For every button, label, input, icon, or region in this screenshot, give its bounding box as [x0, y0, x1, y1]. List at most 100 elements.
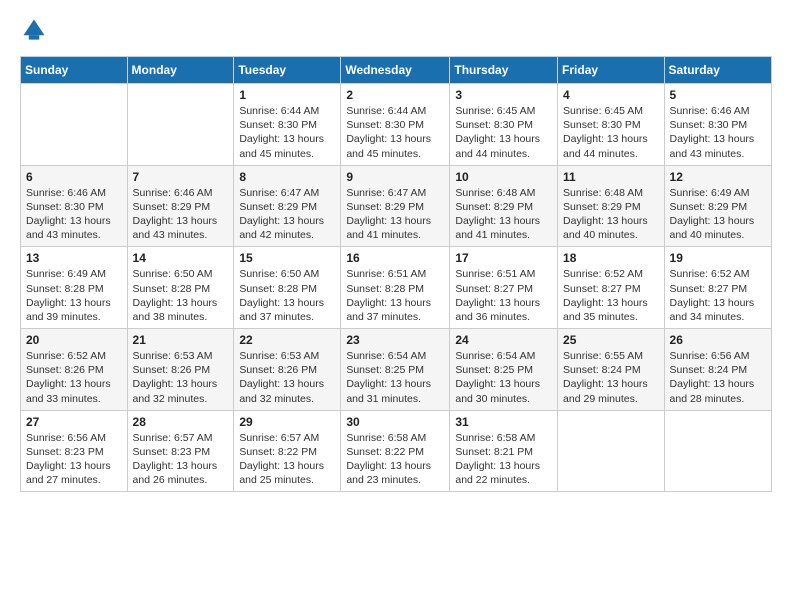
day-number: 20: [26, 333, 122, 347]
day-cell: 7 Sunrise: 6:46 AM Sunset: 8:29 PM Daylig…: [127, 165, 234, 247]
day-number: 14: [133, 251, 229, 265]
day-cell: 3 Sunrise: 6:45 AM Sunset: 8:30 PM Daylig…: [450, 84, 558, 166]
day-info: Sunrise: 6:46 AM Sunset: 8:30 PM Dayligh…: [670, 104, 766, 161]
day-number: 5: [670, 88, 766, 102]
day-cell: 30 Sunrise: 6:58 AM Sunset: 8:22 PM Dayli…: [341, 410, 450, 492]
day-cell: 22 Sunrise: 6:53 AM Sunset: 8:26 PM Dayli…: [234, 329, 341, 411]
day-number: 24: [455, 333, 552, 347]
day-cell: 11Sunrise: 6:48 AM Sunset: 8:29 PM Dayli…: [558, 165, 665, 247]
day-cell: 27Sunrise: 6:56 AM Sunset: 8:23 PM Dayli…: [21, 410, 128, 492]
day-cell: 2Sunrise: 6:44 AM Sunset: 8:30 PM Daylig…: [341, 84, 450, 166]
header: [20, 16, 772, 44]
day-info: Sunrise: 6:54 AM Sunset: 8:25 PM Dayligh…: [346, 349, 444, 406]
day-cell: 12Sunrise: 6:49 AM Sunset: 8:29 PM Dayli…: [664, 165, 771, 247]
weekday-header-tuesday: Tuesday: [234, 57, 341, 84]
day-cell: 19 Sunrise: 6:52 AM Sunset: 8:27 PM Dayli…: [664, 247, 771, 329]
day-info: Sunrise: 6:51 AM Sunset: 8:27 PM Dayligh…: [455, 267, 552, 324]
day-info: Sunrise: 6:47 AM Sunset: 8:29 PM Dayligh…: [239, 186, 335, 243]
day-info: Sunrise: 6:58 AM Sunset: 8:21 PM Dayligh…: [455, 431, 552, 488]
day-cell: 9Sunrise: 6:47 AM Sunset: 8:29 PM Daylig…: [341, 165, 450, 247]
weekday-header-friday: Friday: [558, 57, 665, 84]
day-cell: [127, 84, 234, 166]
day-cell: 6 Sunrise: 6:46 AM Sunset: 8:30 PM Daylig…: [21, 165, 128, 247]
day-info: Sunrise: 6:44 AM Sunset: 8:30 PM Dayligh…: [239, 104, 335, 161]
day-info: Sunrise: 6:52 AM Sunset: 8:27 PM Dayligh…: [670, 267, 766, 324]
weekday-header-monday: Monday: [127, 57, 234, 84]
weekday-header-saturday: Saturday: [664, 57, 771, 84]
day-cell: 8 Sunrise: 6:47 AM Sunset: 8:29 PM Daylig…: [234, 165, 341, 247]
logo: [20, 16, 52, 44]
day-info: Sunrise: 6:45 AM Sunset: 8:30 PM Dayligh…: [563, 104, 659, 161]
day-number: 6: [26, 170, 122, 184]
day-number: 21: [133, 333, 229, 347]
day-number: 28: [133, 415, 229, 429]
logo-icon: [20, 16, 48, 44]
day-number: 26: [670, 333, 766, 347]
day-cell: 13Sunrise: 6:49 AM Sunset: 8:28 PM Dayli…: [21, 247, 128, 329]
day-cell: 14Sunrise: 6:50 AM Sunset: 8:28 PM Dayli…: [127, 247, 234, 329]
day-cell: 23 Sunrise: 6:54 AM Sunset: 8:25 PM Dayli…: [341, 329, 450, 411]
day-cell: [21, 84, 128, 166]
day-cell: [558, 410, 665, 492]
day-number: 29: [239, 415, 335, 429]
day-number: 7: [133, 170, 229, 184]
day-number: 31: [455, 415, 552, 429]
day-number: 11: [563, 170, 659, 184]
day-cell: 25Sunrise: 6:55 AM Sunset: 8:24 PM Dayli…: [558, 329, 665, 411]
day-cell: [664, 410, 771, 492]
day-cell: 16 Sunrise: 6:51 AM Sunset: 8:28 PM Dayli…: [341, 247, 450, 329]
day-number: 1: [239, 88, 335, 102]
day-cell: 21Sunrise: 6:53 AM Sunset: 8:26 PM Dayli…: [127, 329, 234, 411]
weekday-header-thursday: Thursday: [450, 57, 558, 84]
day-cell: 29Sunrise: 6:57 AM Sunset: 8:22 PM Dayli…: [234, 410, 341, 492]
day-info: Sunrise: 6:46 AM Sunset: 8:30 PM Dayligh…: [26, 186, 122, 243]
day-info: Sunrise: 6:56 AM Sunset: 8:24 PM Dayligh…: [670, 349, 766, 406]
day-number: 22: [239, 333, 335, 347]
day-info: Sunrise: 6:56 AM Sunset: 8:23 PM Dayligh…: [26, 431, 122, 488]
day-number: 4: [563, 88, 659, 102]
day-info: Sunrise: 6:51 AM Sunset: 8:28 PM Dayligh…: [346, 267, 444, 324]
day-number: 25: [563, 333, 659, 347]
day-cell: 28 Sunrise: 6:57 AM Sunset: 8:23 PM Dayli…: [127, 410, 234, 492]
day-number: 12: [670, 170, 766, 184]
day-info: Sunrise: 6:52 AM Sunset: 8:27 PM Dayligh…: [563, 267, 659, 324]
day-number: 19: [670, 251, 766, 265]
week-row-4: 20 Sunrise: 6:52 AM Sunset: 8:26 PM Dayli…: [21, 329, 772, 411]
day-cell: 20 Sunrise: 6:52 AM Sunset: 8:26 PM Dayli…: [21, 329, 128, 411]
day-number: 23: [346, 333, 444, 347]
day-cell: 5 Sunrise: 6:46 AM Sunset: 8:30 PM Daylig…: [664, 84, 771, 166]
day-info: Sunrise: 6:45 AM Sunset: 8:30 PM Dayligh…: [455, 104, 552, 161]
calendar-table: SundayMondayTuesdayWednesdayThursdayFrid…: [20, 56, 772, 492]
day-number: 30: [346, 415, 444, 429]
day-info: Sunrise: 6:44 AM Sunset: 8:30 PM Dayligh…: [346, 104, 444, 161]
day-info: Sunrise: 6:47 AM Sunset: 8:29 PM Dayligh…: [346, 186, 444, 243]
day-info: Sunrise: 6:57 AM Sunset: 8:23 PM Dayligh…: [133, 431, 229, 488]
day-info: Sunrise: 6:48 AM Sunset: 8:29 PM Dayligh…: [455, 186, 552, 243]
day-cell: 24 Sunrise: 6:54 AM Sunset: 8:25 PM Dayli…: [450, 329, 558, 411]
day-cell: 1 Sunrise: 6:44 AM Sunset: 8:30 PM Daylig…: [234, 84, 341, 166]
day-number: 3: [455, 88, 552, 102]
day-info: Sunrise: 6:54 AM Sunset: 8:25 PM Dayligh…: [455, 349, 552, 406]
weekday-header-sunday: Sunday: [21, 57, 128, 84]
day-cell: 4 Sunrise: 6:45 AM Sunset: 8:30 PM Daylig…: [558, 84, 665, 166]
day-number: 8: [239, 170, 335, 184]
day-cell: 18 Sunrise: 6:52 AM Sunset: 8:27 PM Dayli…: [558, 247, 665, 329]
day-info: Sunrise: 6:53 AM Sunset: 8:26 PM Dayligh…: [239, 349, 335, 406]
page: SundayMondayTuesdayWednesdayThursdayFrid…: [0, 0, 792, 612]
day-cell: 17Sunrise: 6:51 AM Sunset: 8:27 PM Dayli…: [450, 247, 558, 329]
calendar-body: 1 Sunrise: 6:44 AM Sunset: 8:30 PM Daylig…: [21, 84, 772, 492]
day-cell: 15Sunrise: 6:50 AM Sunset: 8:28 PM Dayli…: [234, 247, 341, 329]
day-number: 13: [26, 251, 122, 265]
week-row-2: 6 Sunrise: 6:46 AM Sunset: 8:30 PM Daylig…: [21, 165, 772, 247]
day-cell: 10 Sunrise: 6:48 AM Sunset: 8:29 PM Dayli…: [450, 165, 558, 247]
day-number: 10: [455, 170, 552, 184]
week-row-3: 13Sunrise: 6:49 AM Sunset: 8:28 PM Dayli…: [21, 247, 772, 329]
day-info: Sunrise: 6:46 AM Sunset: 8:29 PM Dayligh…: [133, 186, 229, 243]
day-info: Sunrise: 6:52 AM Sunset: 8:26 PM Dayligh…: [26, 349, 122, 406]
week-row-5: 27Sunrise: 6:56 AM Sunset: 8:23 PM Dayli…: [21, 410, 772, 492]
day-cell: 26 Sunrise: 6:56 AM Sunset: 8:24 PM Dayli…: [664, 329, 771, 411]
day-info: Sunrise: 6:50 AM Sunset: 8:28 PM Dayligh…: [239, 267, 335, 324]
day-info: Sunrise: 6:58 AM Sunset: 8:22 PM Dayligh…: [346, 431, 444, 488]
day-number: 18: [563, 251, 659, 265]
day-number: 16: [346, 251, 444, 265]
